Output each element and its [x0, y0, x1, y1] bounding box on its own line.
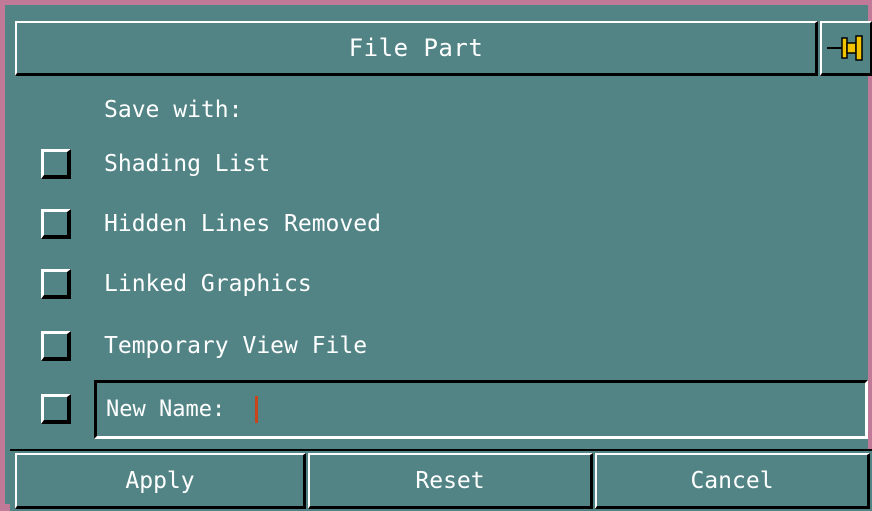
pin-button[interactable]: [820, 21, 872, 76]
new-name-label: New Name:: [106, 397, 226, 422]
action-bar: Apply Reset Cancel: [10, 449, 872, 511]
option-hidden-lines-removed[interactable]: Hidden Lines Removed: [41, 204, 381, 244]
linked-graphics-label: Linked Graphics: [104, 271, 312, 297]
option-temporary-view-file[interactable]: Temporary View File: [41, 326, 367, 366]
pin-icon: [827, 35, 863, 61]
apply-button[interactable]: Apply: [15, 453, 306, 509]
new-name-toggle[interactable]: [41, 394, 71, 424]
text-cursor: [255, 396, 259, 423]
dialog-title: File Part: [348, 34, 484, 62]
shading-list-checkbox[interactable]: [41, 149, 71, 179]
hidden-lines-removed-checkbox[interactable]: [41, 209, 71, 239]
shading-list-label: Shading List: [104, 151, 271, 177]
option-shading-list[interactable]: Shading List: [41, 144, 270, 184]
option-linked-graphics[interactable]: Linked Graphics: [41, 264, 312, 304]
cancel-button[interactable]: Cancel: [595, 453, 870, 509]
new-name-checkbox[interactable]: [41, 394, 71, 424]
dialog-title-bar: File Part: [15, 21, 818, 76]
temporary-view-file-checkbox[interactable]: [41, 331, 71, 361]
save-with-label: Save with:: [104, 97, 243, 123]
file-part-dialog: File Part Save with: Shading List Hidden…: [0, 0, 872, 511]
hidden-lines-removed-label: Hidden Lines Removed: [104, 211, 381, 237]
linked-graphics-checkbox[interactable]: [41, 269, 71, 299]
new-name-field[interactable]: New Name:: [94, 380, 868, 439]
temporary-view-file-label: Temporary View File: [104, 333, 368, 359]
reset-button[interactable]: Reset: [308, 453, 593, 509]
